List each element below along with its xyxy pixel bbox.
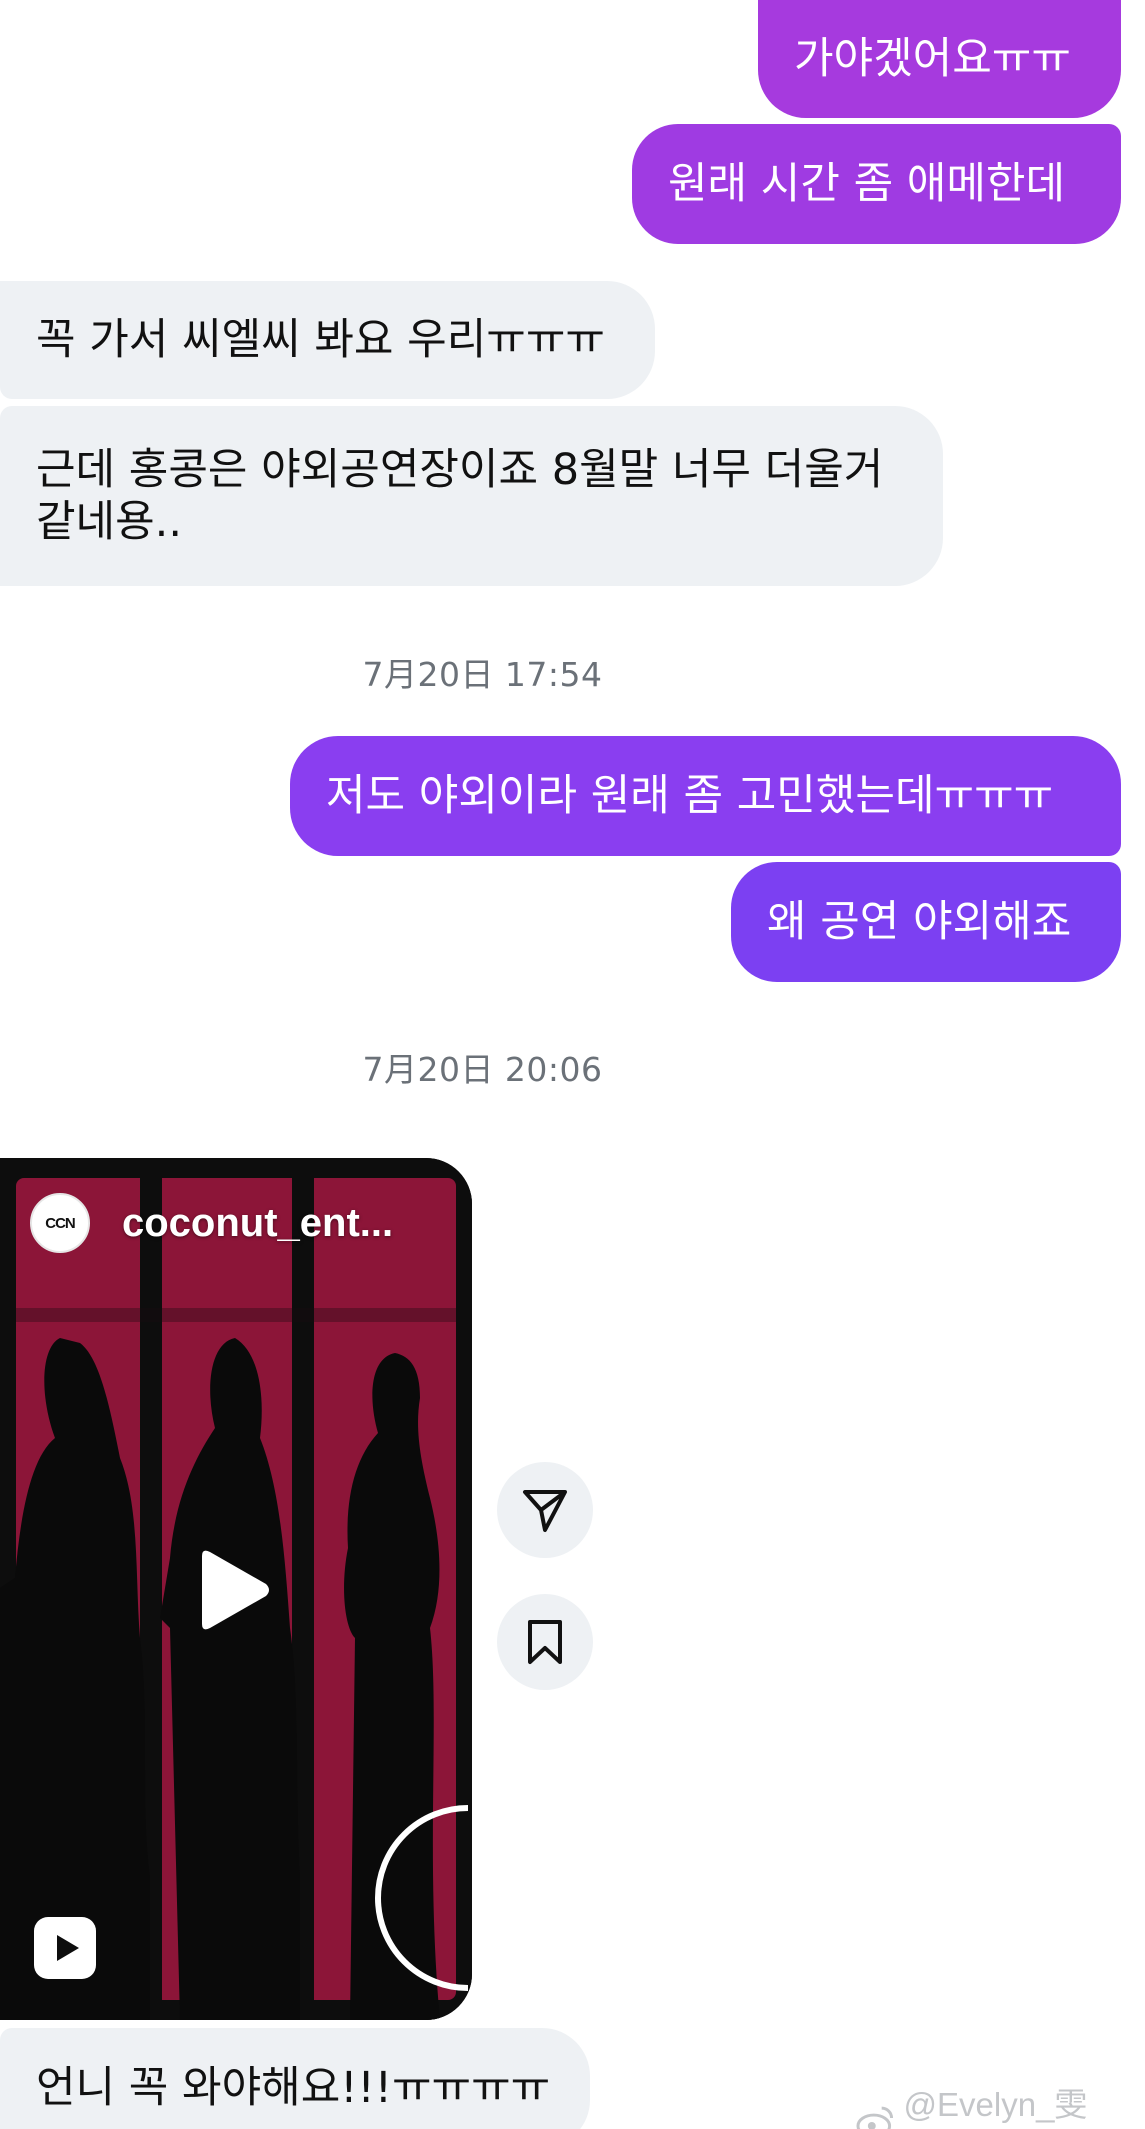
timestamp: 7月20日 17:54 (362, 655, 603, 694)
message-text: 언니 꼭 와야해요!!!ㅠㅠㅠㅠ (36, 2063, 551, 2113)
message-text: 저도 야외이라 원래 좀 고민했는데ㅠㅠㅠ (326, 771, 1054, 821)
share-button[interactable] (497, 1462, 593, 1558)
message-text-line: 근데 홍콩은 야외공연장이죠 8월말 너무 더울거 (36, 445, 884, 495)
message-outgoing[interactable]: 가야겠어요ㅠㅠ (758, 0, 1121, 118)
message-outgoing[interactable]: 원래 시간 좀 애메한데 (632, 124, 1121, 244)
message-text: 꼭 가서 씨엘씨 봐요 우리ㅠㅠㅠ (36, 315, 605, 365)
watermark-text: @Evelyn_雯wen (903, 2086, 1088, 2129)
message-outgoing[interactable]: 저도 야외이라 원래 좀 고민했는데ㅠㅠㅠ (290, 736, 1121, 856)
message-text-line: 같네용.. (36, 497, 183, 547)
share-icon (523, 1490, 567, 1532)
reel-header: CCN coconut_ent... (30, 1193, 393, 1253)
save-button[interactable] (497, 1594, 593, 1690)
account-name[interactable]: coconut_ent... (122, 1201, 393, 1246)
message-text: 왜 공연 야외해죠 (767, 897, 1072, 947)
message-text: 가야겠어요ㅠㅠ (794, 34, 1071, 84)
message-incoming[interactable]: 언니 꼭 와야해요!!!ㅠㅠㅠㅠ (0, 2028, 590, 2129)
message-outgoing[interactable]: 왜 공연 야외해죠 (731, 862, 1121, 982)
bookmark-icon (528, 1620, 562, 1664)
timestamp: 7月20日 20:06 (362, 1050, 603, 1089)
message-incoming[interactable]: 근데 홍콩은 야외공연장이죠 8월말 너무 더울거 같네용.. (0, 406, 943, 586)
weibo-icon (856, 2106, 894, 2129)
account-avatar[interactable]: CCN (30, 1193, 90, 1253)
watermark: @Evelyn_雯wen (856, 2078, 1145, 2129)
reels-icon (34, 1917, 96, 1979)
message-text: 원래 시간 좀 애메한데 (668, 159, 1066, 209)
play-icon[interactable] (192, 1548, 272, 1632)
avatar-text: CCN (45, 1214, 75, 1232)
message-incoming[interactable]: 꼭 가서 씨엘씨 봐요 우리ㅠㅠㅠ (0, 281, 655, 399)
